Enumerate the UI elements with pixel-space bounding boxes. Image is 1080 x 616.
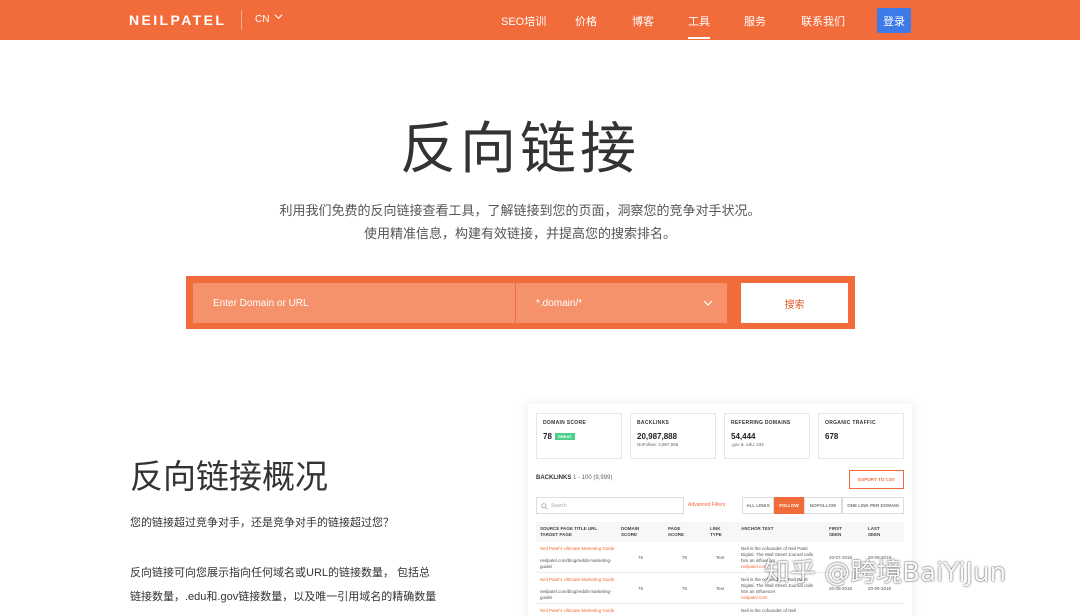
column-header[interactable]: ANCHOR TEXT [741, 526, 791, 532]
overview-title: 反向链接概况 [130, 457, 328, 496]
card-label: DOMAIN SCORE [543, 420, 587, 426]
link-type: Text [716, 555, 725, 560]
export-csv-button[interactable]: EXPORT TO CSV [849, 470, 904, 489]
zhihu-watermark: 知乎 @跨境BaiYiJun [764, 558, 1007, 588]
anchor-text: Neil is the cofounder of Neil [741, 608, 797, 613]
top-navbar: NEILPATEL CN SEO培训 价格 博客 工具 服务 联系我们 登录 [0, 0, 1080, 40]
page-title: 反向链接 [400, 117, 640, 182]
chevron-down-icon [703, 300, 713, 306]
link-type: Text [716, 586, 725, 591]
source-page-title[interactable]: Neil Patel's Ultimate Marketing Guide [540, 546, 616, 552]
backlinks-range: 1 - 100 (9,999) [573, 475, 613, 481]
nav-tools[interactable]: 工具 [688, 13, 710, 39]
chevron-down-icon[interactable] [274, 12, 283, 21]
language-selector[interactable]: CN [255, 14, 269, 25]
column-header[interactable]: FIRST SEEN [829, 526, 845, 538]
search-form: Enter Domain or URL *.domain/* 搜索 [186, 276, 855, 329]
column-header[interactable]: LAST SEEN [868, 526, 884, 538]
domain-score: 76 [638, 555, 644, 560]
card-value: 678 [825, 432, 839, 441]
domain-score: 76 [638, 586, 644, 591]
backlinks-card: BACKLINKS 20,987,888 NoFollow: 4,987,555 [630, 413, 716, 459]
source-page-title[interactable]: Neil Patel's Ultimate Marketing Guide [540, 608, 616, 614]
nav-contact[interactable]: 联系我们 [801, 13, 845, 29]
column-header[interactable]: SOURCE PAGE TITLE URL TARGET PAGE [540, 526, 616, 538]
overview-paragraph: 反向链接可向您展示指向任何域名或URL的链接数量， 包括总链接数量，.edu和.… [130, 567, 437, 603]
card-label: BACKLINKS [637, 420, 670, 426]
overview-question: 您的链接超过竞争对手，还是竞争对手的链接超过您？ [130, 517, 394, 529]
filter-follow[interactable]: FOLLOW [774, 497, 804, 514]
nav-pricing[interactable]: 价格 [575, 13, 597, 29]
card-value: 78 [543, 432, 552, 441]
advanced-filters-toggle[interactable]: Advanced Filters [688, 502, 725, 508]
hero-subtitle-line-1: 利用我们免费的反向链接查看工具，了解链接到您的页面，洞察您的竞争对手状况。 [279, 204, 761, 219]
search-icon [541, 503, 548, 510]
nav-seo-training[interactable]: SEO培训 [501, 13, 546, 29]
page-score: 76 [682, 586, 688, 591]
column-header[interactable]: PAGE SCORE [668, 526, 690, 538]
column-header[interactable]: DOMAIN SCORE [621, 526, 645, 538]
table-search-input[interactable]: Search [536, 497, 684, 514]
table-header: SOURCE PAGE TITLE URL TARGET PAGE DOMAIN… [536, 522, 904, 542]
domain-url-input[interactable]: Enter Domain or URL [193, 283, 515, 323]
card-subtext: .gov & .edu: 234 [731, 442, 764, 447]
logo-divider [241, 10, 242, 30]
card-value: 54,444 [731, 432, 756, 441]
domain-scope-select[interactable]: *.domain/* [516, 283, 727, 323]
card-subtext: NoFollow: 4,987,555 [637, 442, 679, 447]
source-page-url: neilpatel.com/blog/reddit-marketing-guid… [540, 558, 612, 569]
backlinks-heading: BACKLINKS 1 - 100 (9,999) [536, 475, 612, 481]
hero-subtitle-line-2: 使用精准信息，构建有效链接，并提高您的搜索排名。 [363, 227, 676, 242]
filter-all-links[interactable]: ALL LINKS [742, 497, 774, 514]
filter-one-per-domain[interactable]: ONE LINK PER DOMAIN [842, 497, 904, 514]
login-button[interactable]: 登录 [877, 8, 911, 33]
table-row[interactable]: Neil Patel's Ultimate Marketing Guide Ne… [536, 605, 904, 616]
nav-blog[interactable]: 博客 [632, 13, 654, 29]
status-badge: GREAT [554, 433, 575, 441]
domain-scope-value: *.domain/* [536, 297, 583, 309]
table-search-placeholder: Search [551, 502, 567, 509]
anchor-link[interactable]: neilpatel.com [741, 595, 768, 601]
card-value: 20,987,888 [637, 432, 678, 441]
referring-domains-card: REFERRING DOMAINS 54,444 .gov & .edu: 23… [724, 413, 810, 459]
column-header[interactable]: LINK TYPE [710, 526, 728, 538]
filter-nofollow[interactable]: NOFOLLOW [804, 497, 842, 514]
page-score: 76 [682, 555, 688, 560]
organic-traffic-card: ORGANIC TRAFFIC 678 [818, 413, 904, 459]
site-logo[interactable]: NEILPATEL [129, 12, 226, 28]
card-label: ORGANIC TRAFFIC [825, 420, 876, 426]
backlinks-title: BACKLINKS [536, 475, 572, 481]
domain-score-card: DOMAIN SCORE 78 GREAT [536, 413, 622, 459]
nav-services[interactable]: 服务 [744, 13, 766, 29]
source-page-url: neilpatel.com/blog/reddit-marketing-guid… [540, 589, 612, 600]
card-label: REFERRING DOMAINS [731, 420, 791, 426]
source-page-title[interactable]: Neil Patel's Ultimate Marketing Guide [540, 577, 616, 583]
search-button[interactable]: 搜索 [741, 283, 848, 323]
